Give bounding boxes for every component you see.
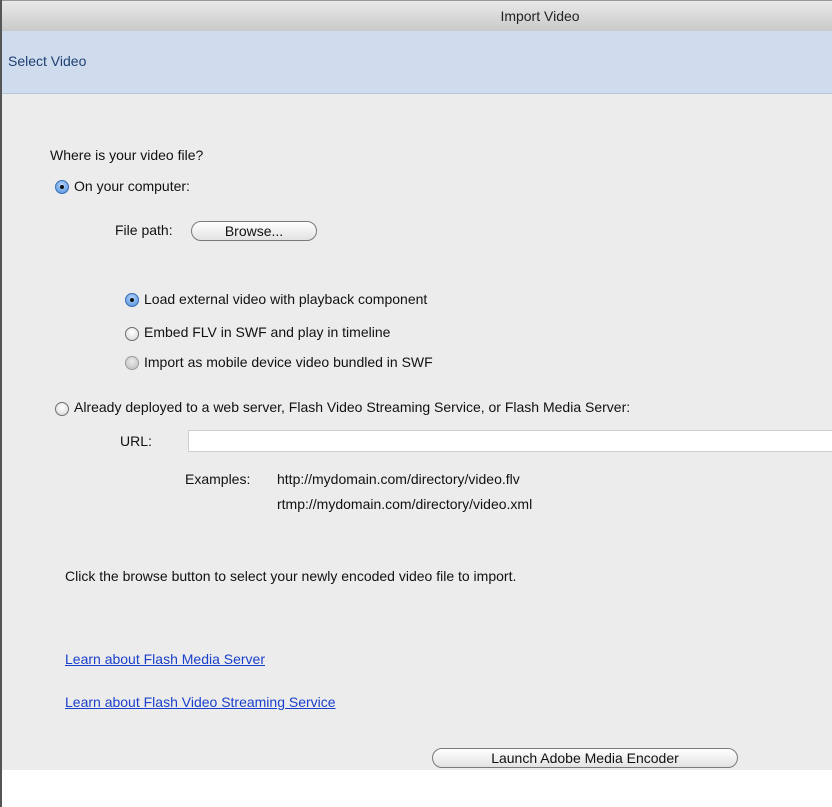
title-bar[interactable]: Import Video [2,0,832,32]
on-computer-label[interactable]: On your computer: [74,178,190,194]
example-rtmp: rtmp://mydomain.com/directory/video.xml [277,496,533,512]
video-location-question: Where is your video file? [50,147,204,163]
flash-media-server-link[interactable]: Learn about Flash Media Server [65,651,265,667]
window-title: Import Video [500,8,580,24]
load-external-label[interactable]: Load external video with playback compon… [144,291,427,307]
browse-hint: Click the browse button to select your n… [65,568,517,584]
mobile-device-radio [125,356,139,370]
dialog-footer [2,770,832,807]
section-header: Select Video [2,31,832,94]
embed-flv-radio[interactable] [125,327,139,341]
url-input[interactable] [188,430,832,452]
launch-media-encoder-button[interactable]: Launch Adobe Media Encoder [432,748,738,768]
example-http: http://mydomain.com/directory/video.flv [277,471,520,487]
embed-flv-label[interactable]: Embed FLV in SWF and play in timeline [144,324,390,340]
import-video-dialog: Import Video Select Video Where is your … [0,0,832,807]
url-label: URL: [120,433,152,449]
on-computer-radio[interactable] [55,180,69,194]
section-title: Select Video [8,53,87,69]
already-deployed-radio[interactable] [55,402,69,416]
mobile-device-label: Import as mobile device video bundled in… [144,354,433,370]
flash-video-streaming-link[interactable]: Learn about Flash Video Streaming Servic… [65,694,336,710]
load-external-radio[interactable] [125,293,139,307]
examples-label: Examples: [185,471,251,487]
file-path-label: File path: [115,222,173,238]
already-deployed-label[interactable]: Already deployed to a web server, Flash … [74,399,630,415]
browse-button[interactable]: Browse... [191,221,317,241]
